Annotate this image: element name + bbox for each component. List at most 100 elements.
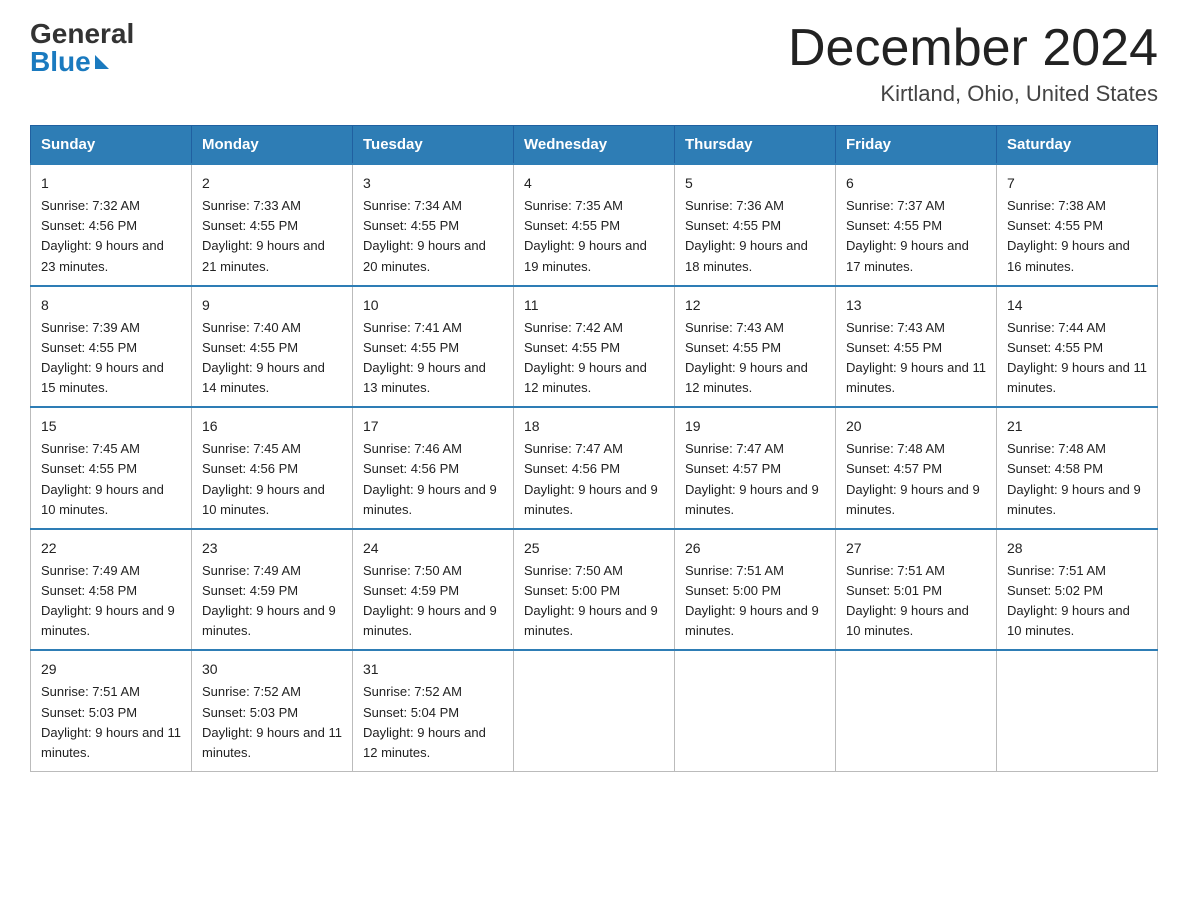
day-number: 28 <box>1007 538 1147 559</box>
day-info: Sunrise: 7:52 AMSunset: 5:04 PMDaylight:… <box>363 684 486 759</box>
calendar-table: Sunday Monday Tuesday Wednesday Thursday… <box>30 125 1158 772</box>
day-info: Sunrise: 7:49 AMSunset: 4:59 PMDaylight:… <box>202 563 336 638</box>
header-sunday: Sunday <box>31 126 192 165</box>
day-number: 30 <box>202 659 342 680</box>
day-info: Sunrise: 7:38 AMSunset: 4:55 PMDaylight:… <box>1007 198 1130 273</box>
day-number: 27 <box>846 538 986 559</box>
table-row: 28 Sunrise: 7:51 AMSunset: 5:02 PMDaylig… <box>997 529 1158 651</box>
day-number: 7 <box>1007 173 1147 194</box>
day-number: 11 <box>524 295 664 316</box>
table-row: 5 Sunrise: 7:36 AMSunset: 4:55 PMDayligh… <box>675 164 836 286</box>
table-row <box>675 650 836 771</box>
day-info: Sunrise: 7:37 AMSunset: 4:55 PMDaylight:… <box>846 198 969 273</box>
table-row: 21 Sunrise: 7:48 AMSunset: 4:58 PMDaylig… <box>997 407 1158 529</box>
day-info: Sunrise: 7:51 AMSunset: 5:02 PMDaylight:… <box>1007 563 1130 638</box>
logo-triangle-icon <box>95 55 109 69</box>
table-row: 1 Sunrise: 7:32 AMSunset: 4:56 PMDayligh… <box>31 164 192 286</box>
day-number: 3 <box>363 173 503 194</box>
table-row: 15 Sunrise: 7:45 AMSunset: 4:55 PMDaylig… <box>31 407 192 529</box>
day-info: Sunrise: 7:51 AMSunset: 5:01 PMDaylight:… <box>846 563 969 638</box>
day-number: 23 <box>202 538 342 559</box>
day-info: Sunrise: 7:46 AMSunset: 4:56 PMDaylight:… <box>363 441 497 516</box>
table-row: 9 Sunrise: 7:40 AMSunset: 4:55 PMDayligh… <box>192 286 353 408</box>
day-number: 5 <box>685 173 825 194</box>
day-number: 1 <box>41 173 181 194</box>
table-row: 20 Sunrise: 7:48 AMSunset: 4:57 PMDaylig… <box>836 407 997 529</box>
table-row: 27 Sunrise: 7:51 AMSunset: 5:01 PMDaylig… <box>836 529 997 651</box>
table-row <box>514 650 675 771</box>
day-info: Sunrise: 7:33 AMSunset: 4:55 PMDaylight:… <box>202 198 325 273</box>
table-row: 23 Sunrise: 7:49 AMSunset: 4:59 PMDaylig… <box>192 529 353 651</box>
day-info: Sunrise: 7:45 AMSunset: 4:56 PMDaylight:… <box>202 441 325 516</box>
day-number: 16 <box>202 416 342 437</box>
day-info: Sunrise: 7:39 AMSunset: 4:55 PMDaylight:… <box>41 320 164 395</box>
calendar-header-row: Sunday Monday Tuesday Wednesday Thursday… <box>31 126 1158 165</box>
day-number: 9 <box>202 295 342 316</box>
day-number: 19 <box>685 416 825 437</box>
logo-blue-text: Blue <box>30 48 109 76</box>
day-info: Sunrise: 7:50 AMSunset: 5:00 PMDaylight:… <box>524 563 658 638</box>
table-row: 4 Sunrise: 7:35 AMSunset: 4:55 PMDayligh… <box>514 164 675 286</box>
title-block: December 2024 Kirtland, Ohio, United Sta… <box>788 20 1158 107</box>
logo-general-text: General <box>30 20 134 48</box>
day-number: 13 <box>846 295 986 316</box>
table-row: 24 Sunrise: 7:50 AMSunset: 4:59 PMDaylig… <box>353 529 514 651</box>
day-info: Sunrise: 7:47 AMSunset: 4:57 PMDaylight:… <box>685 441 819 516</box>
table-row: 7 Sunrise: 7:38 AMSunset: 4:55 PMDayligh… <box>997 164 1158 286</box>
page-header: General Blue December 2024 Kirtland, Ohi… <box>30 20 1158 107</box>
header-monday: Monday <box>192 126 353 165</box>
table-row: 3 Sunrise: 7:34 AMSunset: 4:55 PMDayligh… <box>353 164 514 286</box>
table-row: 11 Sunrise: 7:42 AMSunset: 4:55 PMDaylig… <box>514 286 675 408</box>
day-number: 10 <box>363 295 503 316</box>
header-friday: Friday <box>836 126 997 165</box>
day-info: Sunrise: 7:41 AMSunset: 4:55 PMDaylight:… <box>363 320 486 395</box>
table-row: 25 Sunrise: 7:50 AMSunset: 5:00 PMDaylig… <box>514 529 675 651</box>
day-info: Sunrise: 7:47 AMSunset: 4:56 PMDaylight:… <box>524 441 658 516</box>
day-number: 20 <box>846 416 986 437</box>
day-number: 29 <box>41 659 181 680</box>
table-row: 13 Sunrise: 7:43 AMSunset: 4:55 PMDaylig… <box>836 286 997 408</box>
table-row: 14 Sunrise: 7:44 AMSunset: 4:55 PMDaylig… <box>997 286 1158 408</box>
day-number: 26 <box>685 538 825 559</box>
table-row: 17 Sunrise: 7:46 AMSunset: 4:56 PMDaylig… <box>353 407 514 529</box>
table-row: 16 Sunrise: 7:45 AMSunset: 4:56 PMDaylig… <box>192 407 353 529</box>
day-info: Sunrise: 7:35 AMSunset: 4:55 PMDaylight:… <box>524 198 647 273</box>
day-number: 31 <box>363 659 503 680</box>
table-row: 30 Sunrise: 7:52 AMSunset: 5:03 PMDaylig… <box>192 650 353 771</box>
day-info: Sunrise: 7:50 AMSunset: 4:59 PMDaylight:… <box>363 563 497 638</box>
table-row: 10 Sunrise: 7:41 AMSunset: 4:55 PMDaylig… <box>353 286 514 408</box>
day-info: Sunrise: 7:48 AMSunset: 4:58 PMDaylight:… <box>1007 441 1141 516</box>
day-number: 25 <box>524 538 664 559</box>
day-number: 22 <box>41 538 181 559</box>
day-number: 8 <box>41 295 181 316</box>
calendar-row: 22 Sunrise: 7:49 AMSunset: 4:58 PMDaylig… <box>31 529 1158 651</box>
header-saturday: Saturday <box>997 126 1158 165</box>
day-number: 4 <box>524 173 664 194</box>
day-info: Sunrise: 7:32 AMSunset: 4:56 PMDaylight:… <box>41 198 164 273</box>
header-wednesday: Wednesday <box>514 126 675 165</box>
day-number: 14 <box>1007 295 1147 316</box>
table-row: 2 Sunrise: 7:33 AMSunset: 4:55 PMDayligh… <box>192 164 353 286</box>
day-number: 6 <box>846 173 986 194</box>
table-row: 22 Sunrise: 7:49 AMSunset: 4:58 PMDaylig… <box>31 529 192 651</box>
location-label: Kirtland, Ohio, United States <box>788 81 1158 107</box>
day-number: 18 <box>524 416 664 437</box>
table-row: 6 Sunrise: 7:37 AMSunset: 4:55 PMDayligh… <box>836 164 997 286</box>
table-row: 31 Sunrise: 7:52 AMSunset: 5:04 PMDaylig… <box>353 650 514 771</box>
day-number: 24 <box>363 538 503 559</box>
header-tuesday: Tuesday <box>353 126 514 165</box>
day-number: 12 <box>685 295 825 316</box>
table-row <box>836 650 997 771</box>
day-number: 17 <box>363 416 503 437</box>
day-info: Sunrise: 7:34 AMSunset: 4:55 PMDaylight:… <box>363 198 486 273</box>
day-info: Sunrise: 7:49 AMSunset: 4:58 PMDaylight:… <box>41 563 175 638</box>
header-thursday: Thursday <box>675 126 836 165</box>
table-row: 18 Sunrise: 7:47 AMSunset: 4:56 PMDaylig… <box>514 407 675 529</box>
table-row: 26 Sunrise: 7:51 AMSunset: 5:00 PMDaylig… <box>675 529 836 651</box>
day-number: 15 <box>41 416 181 437</box>
day-number: 2 <box>202 173 342 194</box>
table-row: 19 Sunrise: 7:47 AMSunset: 4:57 PMDaylig… <box>675 407 836 529</box>
logo: General Blue <box>30 20 134 76</box>
day-info: Sunrise: 7:42 AMSunset: 4:55 PMDaylight:… <box>524 320 647 395</box>
day-info: Sunrise: 7:36 AMSunset: 4:55 PMDaylight:… <box>685 198 808 273</box>
